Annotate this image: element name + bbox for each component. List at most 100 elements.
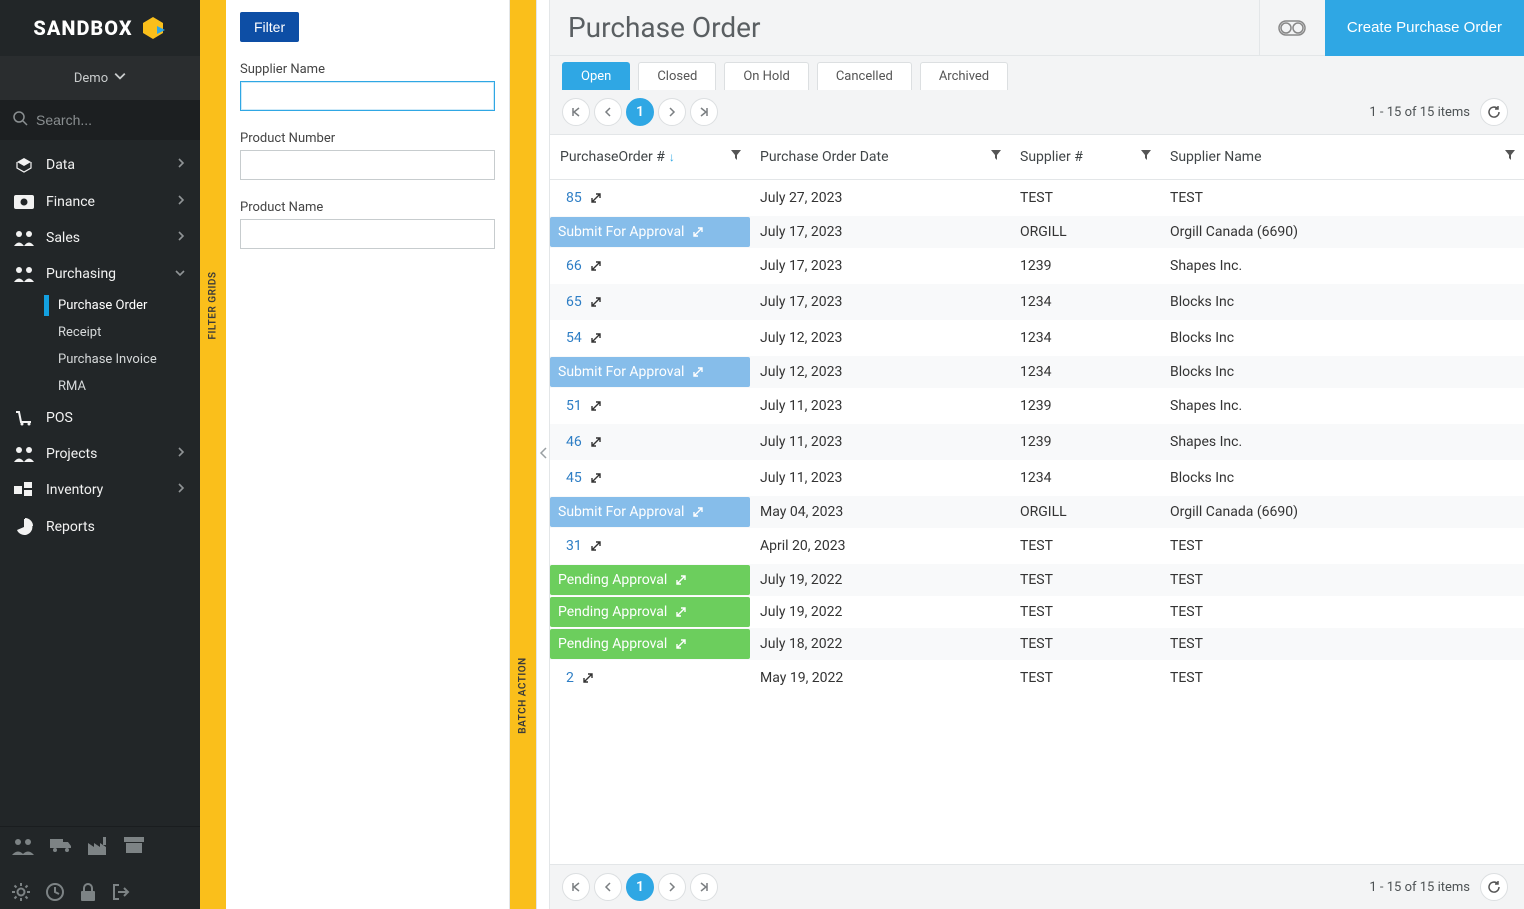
filter-rail[interactable]: FILTER GRIDS [200, 0, 226, 909]
expand-icon[interactable] [590, 296, 602, 308]
pager-page-1-bottom[interactable]: 1 [626, 873, 654, 901]
input-supplier-name[interactable] [240, 81, 495, 111]
clock-icon[interactable] [46, 883, 64, 905]
po-link[interactable]: 65 [566, 294, 582, 310]
sidebar-item-finance[interactable]: Finance [0, 184, 200, 220]
table-row[interactable]: 66 July 17, 20231239Shapes Inc. [550, 248, 1524, 284]
expand-icon[interactable] [692, 226, 704, 238]
table-row[interactable]: 31 April 20, 2023TESTTEST [550, 528, 1524, 564]
col-purchaseorder-[interactable]: PurchaseOrder #↓ [550, 135, 750, 180]
po-link[interactable]: 54 [566, 330, 582, 346]
filter-button[interactable]: Filter [240, 12, 299, 42]
table-row[interactable]: Submit For Approval May 04, 2023ORGILLOr… [550, 496, 1524, 528]
col-supplier-[interactable]: Supplier # [1010, 135, 1160, 180]
sidebar-item-inventory[interactable]: Inventory [0, 472, 200, 508]
po-link[interactable]: 46 [566, 434, 582, 450]
tab-open[interactable]: Open [562, 62, 630, 90]
sidebar-item-projects[interactable]: Projects [0, 436, 200, 472]
table-row[interactable]: 54 July 12, 20231234Blocks Inc [550, 320, 1524, 356]
filter-icon[interactable] [1504, 149, 1516, 165]
table-row[interactable]: Pending Approval July 18, 2022TESTTEST [550, 628, 1524, 660]
sidebar-subitem-rma[interactable]: RMA [44, 373, 200, 400]
tenant-selector[interactable]: Demo [0, 56, 200, 100]
factory-icon[interactable] [88, 837, 108, 859]
expand-icon[interactable] [590, 436, 602, 448]
table-row[interactable]: Submit For Approval July 12, 20231234Blo… [550, 356, 1524, 388]
pager-next-bottom[interactable] [658, 873, 686, 901]
pager-prev-bottom[interactable] [594, 873, 622, 901]
filter-icon[interactable] [1140, 149, 1152, 165]
expand-icon[interactable] [692, 366, 704, 378]
po-link[interactable]: 85 [566, 190, 582, 206]
sidebar-subitem-receipt[interactable]: Receipt [44, 319, 200, 346]
col-supplier-name[interactable]: Supplier Name [1160, 135, 1524, 180]
po-link[interactable]: Pending Approval [558, 604, 667, 620]
sidebar-subitem-purchase-invoice[interactable]: Purchase Invoice [44, 346, 200, 373]
po-link[interactable]: 51 [566, 398, 582, 414]
lock-icon[interactable] [80, 883, 96, 905]
table-row[interactable]: 2 May 19, 2022TESTTEST [550, 660, 1524, 696]
users-icon[interactable] [12, 837, 34, 859]
expand-icon[interactable] [590, 540, 602, 552]
tab-on-hold[interactable]: On Hold [724, 62, 809, 90]
filter-icon[interactable] [730, 149, 742, 165]
sidebar-item-sales[interactable]: Sales [0, 220, 200, 256]
table-row[interactable]: Pending Approval July 19, 2022TESTTEST [550, 564, 1524, 596]
po-link[interactable]: 2 [566, 670, 574, 686]
po-link[interactable]: 31 [566, 538, 582, 554]
table-row[interactable]: 85 July 27, 2023TESTTEST [550, 180, 1524, 217]
expand-icon[interactable] [582, 672, 594, 684]
truck-icon[interactable] [50, 837, 72, 859]
expand-icon[interactable] [692, 506, 704, 518]
filter-icon[interactable] [990, 149, 1002, 165]
tab-archived[interactable]: Archived [920, 62, 1008, 90]
expand-icon[interactable] [675, 638, 687, 650]
po-link[interactable]: 66 [566, 258, 582, 274]
pager-last[interactable] [690, 98, 718, 126]
sidebar-subitem-purchase-order[interactable]: Purchase Order [44, 292, 200, 319]
table-row[interactable]: 51 July 11, 20231239Shapes Inc. [550, 388, 1524, 424]
pager-last-bottom[interactable] [690, 873, 718, 901]
col-purchase-order-date[interactable]: Purchase Order Date [750, 135, 1010, 180]
expand-icon[interactable] [590, 400, 602, 412]
po-link[interactable]: Pending Approval [558, 572, 667, 588]
expand-icon[interactable] [590, 260, 602, 272]
pager-prev[interactable] [594, 98, 622, 126]
sidebar-item-data[interactable]: Data [0, 146, 200, 184]
table-row[interactable]: Pending Approval July 19, 2022TESTTEST [550, 596, 1524, 628]
refresh-button-bottom[interactable] [1480, 873, 1508, 901]
expand-icon[interactable] [675, 606, 687, 618]
refresh-button-top[interactable] [1480, 98, 1508, 126]
table-row[interactable]: 46 July 11, 20231239Shapes Inc. [550, 424, 1524, 460]
input-product-name[interactable] [240, 219, 495, 249]
gear-icon[interactable] [12, 883, 30, 905]
pager-first-bottom[interactable] [562, 873, 590, 901]
batch-rail[interactable]: BATCH ACTION [510, 0, 536, 909]
sidebar-item-pos[interactable]: POS [0, 400, 200, 436]
table-row[interactable]: Submit For Approval July 17, 2023ORGILLO… [550, 216, 1524, 248]
table-row[interactable]: 45 July 11, 20231234Blocks Inc [550, 460, 1524, 496]
pager-page-1[interactable]: 1 [626, 98, 654, 126]
po-link[interactable]: 45 [566, 470, 582, 486]
table-row[interactable]: 65 July 17, 20231234Blocks Inc [550, 284, 1524, 320]
logout-icon[interactable] [112, 883, 130, 905]
input-product-number[interactable] [240, 150, 495, 180]
expand-icon[interactable] [590, 332, 602, 344]
expand-icon[interactable] [590, 192, 602, 204]
tab-cancelled[interactable]: Cancelled [817, 62, 912, 90]
pager-next[interactable] [658, 98, 686, 126]
sidebar-item-purchasing[interactable]: Purchasing [0, 256, 200, 292]
archive-icon[interactable] [124, 837, 144, 859]
expand-icon[interactable] [675, 574, 687, 586]
search-input[interactable] [36, 112, 188, 128]
tab-closed[interactable]: Closed [638, 62, 716, 90]
collapse-rail[interactable] [536, 0, 550, 909]
po-link[interactable]: Submit For Approval [558, 364, 684, 380]
po-link[interactable]: Pending Approval [558, 636, 667, 652]
create-purchase-order-button[interactable]: Create Purchase Order [1325, 0, 1524, 56]
pager-first[interactable] [562, 98, 590, 126]
po-link[interactable]: Submit For Approval [558, 224, 684, 240]
expand-icon[interactable] [590, 472, 602, 484]
sidebar-item-reports[interactable]: Reports [0, 508, 200, 546]
view-toggle[interactable] [1259, 0, 1325, 56]
